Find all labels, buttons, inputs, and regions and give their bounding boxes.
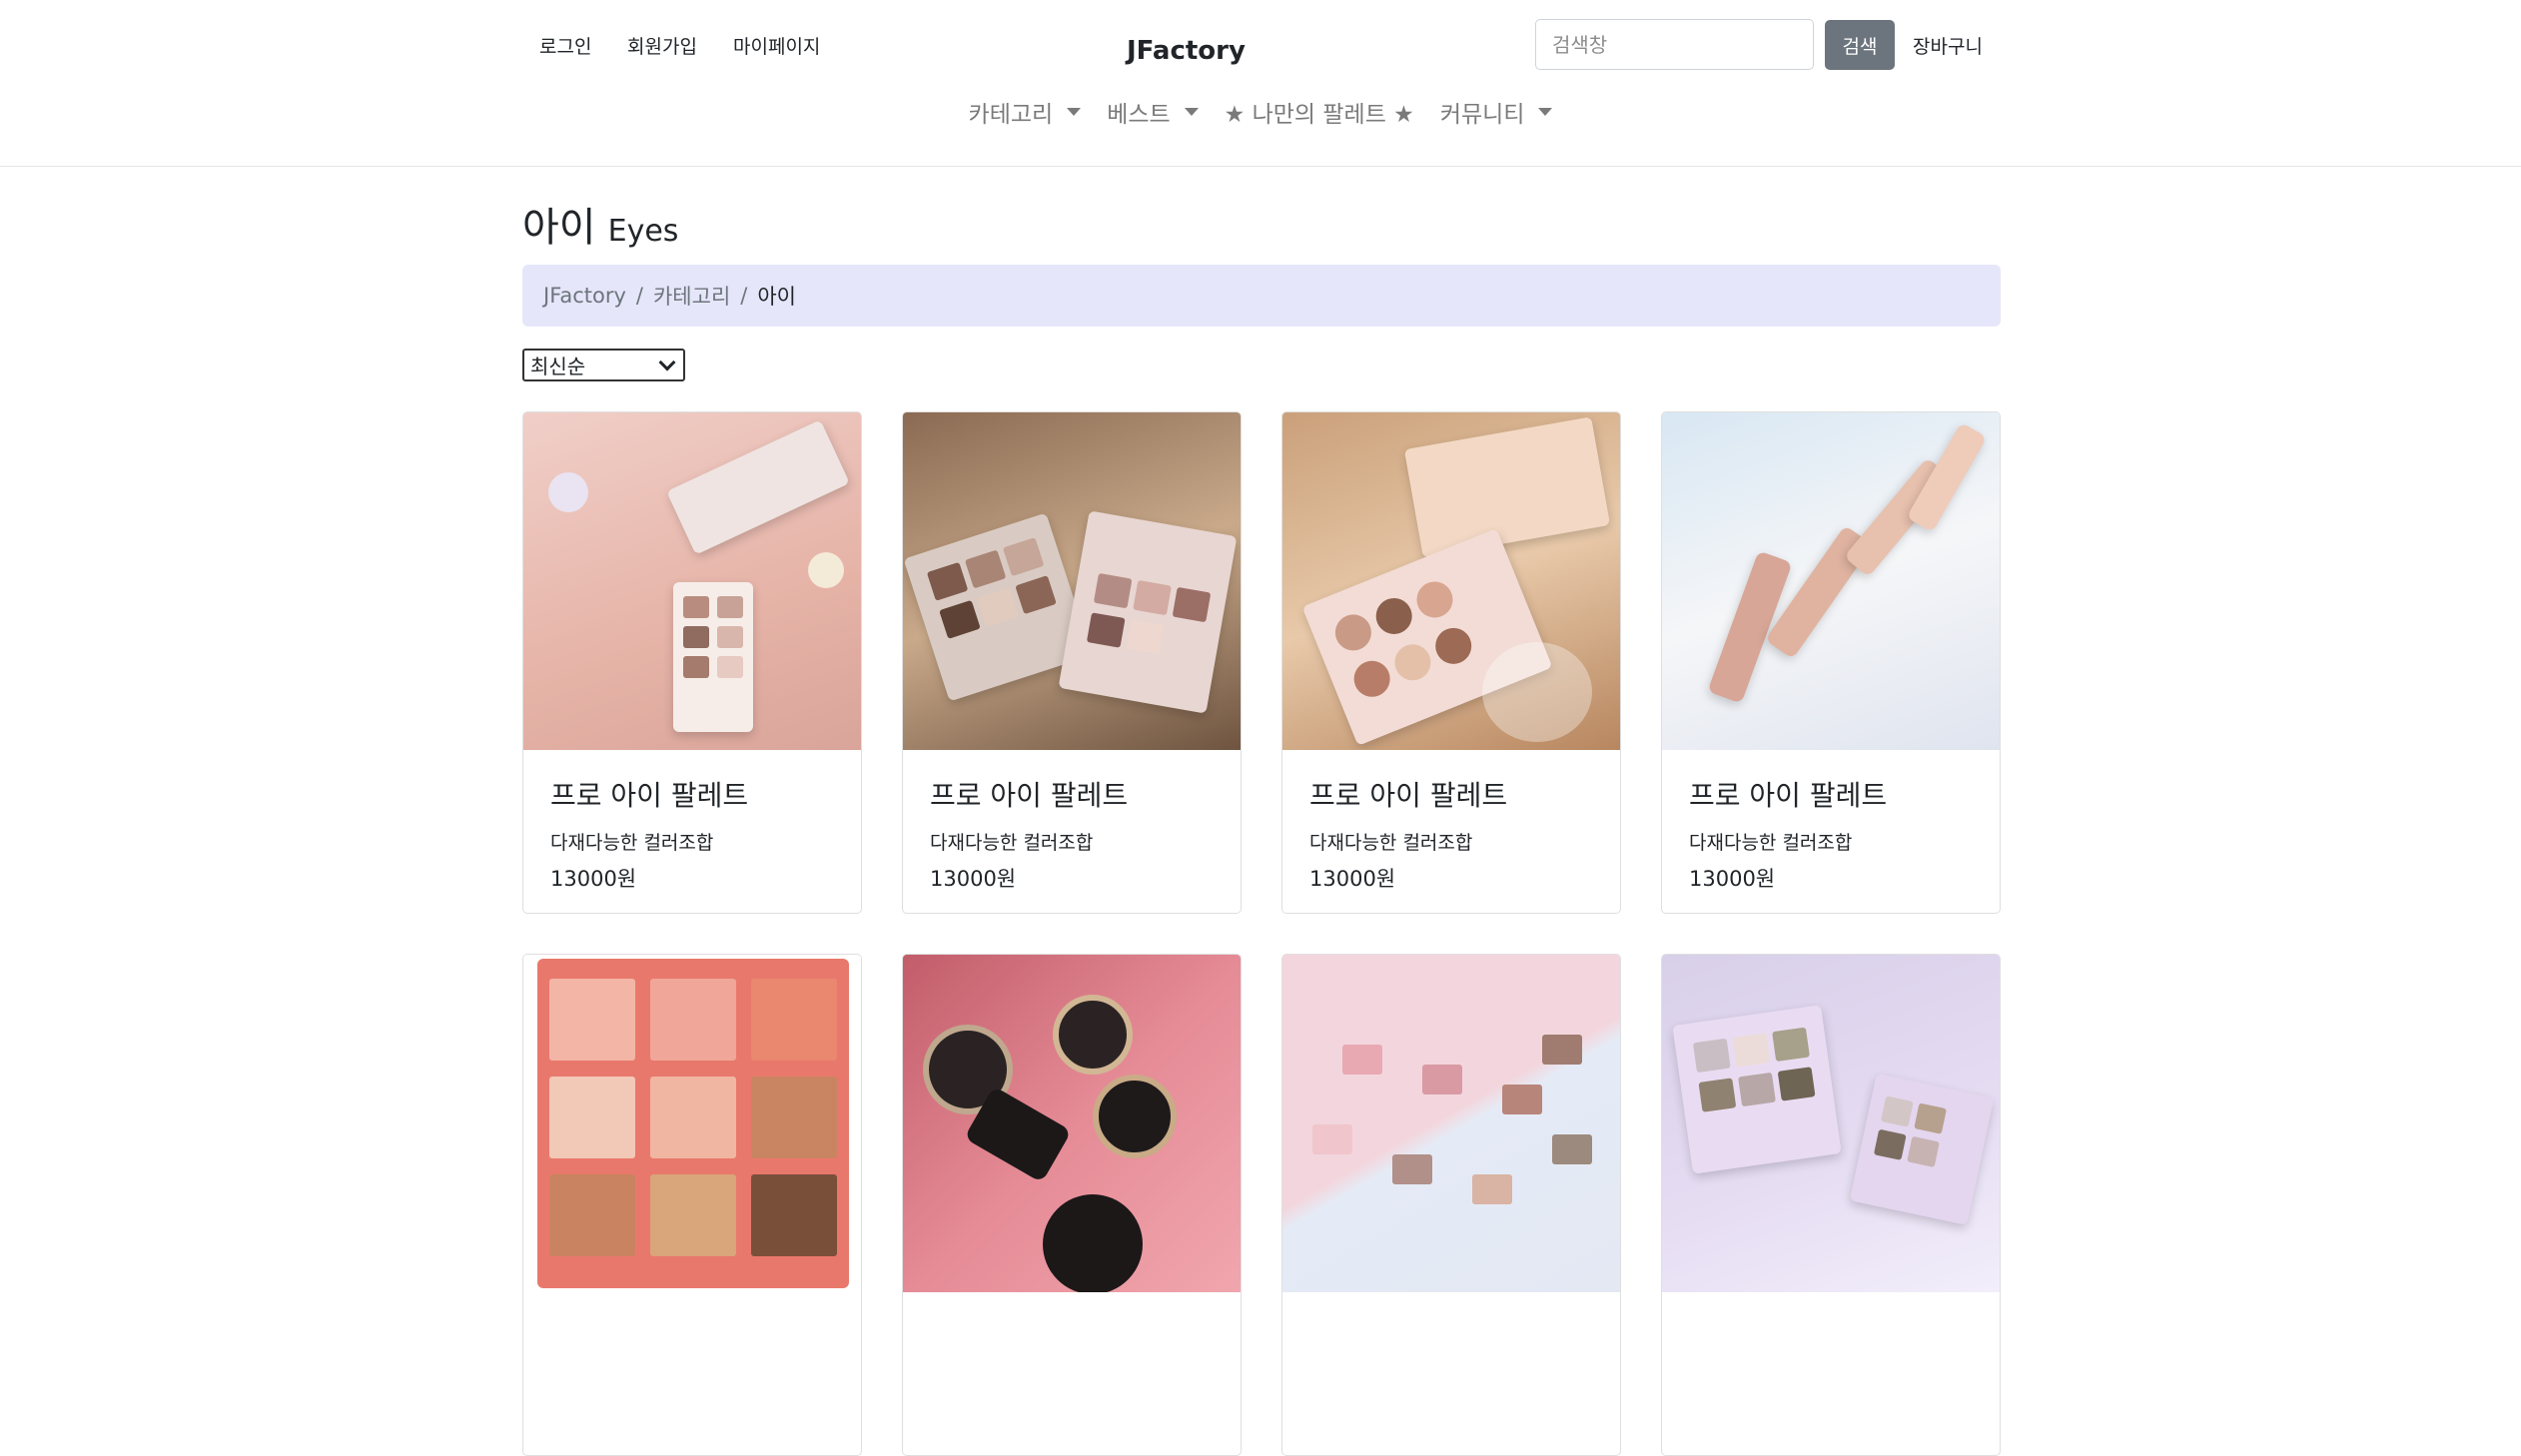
search-button[interactable]: 검색 bbox=[1825, 20, 1895, 70]
product-image[interactable] bbox=[1282, 955, 1620, 1292]
compact-graphic bbox=[1053, 995, 1133, 1075]
menu-my-palette[interactable]: ★ 나만의 팔레트 ★ bbox=[1225, 92, 1414, 132]
product-card[interactable]: 프로 아이 팔레트 다재다능한 컬러조합 13000원 bbox=[1281, 411, 1621, 914]
caret-down-icon bbox=[1067, 108, 1082, 116]
flower-graphic bbox=[808, 552, 844, 588]
main-content: 아이 Eyes JFactory / 카테고리 / 아이 최신순 프로 아이 팔… bbox=[522, 195, 2001, 1456]
palette-graphic bbox=[537, 959, 849, 1288]
cart-link[interactable]: 장바구니 bbox=[1913, 32, 1983, 59]
pan-graphic bbox=[1552, 1134, 1592, 1164]
palette-graphic bbox=[1403, 416, 1611, 558]
sort-select[interactable]: 최신순 bbox=[522, 349, 685, 381]
signup-link[interactable]: 회원가입 bbox=[627, 32, 697, 59]
pan-graphic bbox=[1542, 1035, 1582, 1065]
product-description: 다재다능한 컬러조합 bbox=[1309, 832, 1473, 854]
sort-selected-value: 최신순 bbox=[530, 355, 586, 378]
product-card[interactable] bbox=[1281, 954, 1621, 1456]
breadcrumb: JFactory / 카테고리 / 아이 bbox=[522, 265, 2001, 327]
category-menu: 카테고리 베스트 ★ 나만의 팔레트 ★ 커뮤니티 bbox=[0, 92, 2521, 132]
product-price: 13000원 bbox=[1689, 867, 1776, 891]
search-input[interactable] bbox=[1535, 19, 1814, 70]
menu-my-palette-label: ★ 나만의 팔레트 ★ bbox=[1224, 102, 1414, 128]
glass-graphic bbox=[1482, 642, 1592, 742]
product-card[interactable] bbox=[522, 954, 862, 1456]
breadcrumb-separator: / bbox=[740, 284, 748, 308]
product-price: 13000원 bbox=[550, 867, 637, 891]
product-card[interactable]: 프로 아이 팔레트 다재다능한 컬러조합 13000원 bbox=[522, 411, 862, 914]
menu-best-label: 베스트 bbox=[1107, 102, 1171, 128]
palette-graphic bbox=[1672, 1005, 1842, 1174]
menu-best[interactable]: 베스트 bbox=[1107, 92, 1199, 132]
product-price: 13000원 bbox=[1309, 867, 1396, 891]
menu-community[interactable]: 커뮤니티 bbox=[1440, 92, 1553, 132]
brand-logo[interactable]: JFactory bbox=[1127, 36, 1246, 66]
pan-graphic bbox=[1502, 1085, 1542, 1114]
product-name[interactable]: 프로 아이 팔레트 bbox=[1689, 774, 1973, 814]
breadcrumb-separator: / bbox=[635, 284, 643, 308]
menu-category-label: 카테고리 bbox=[968, 102, 1054, 128]
product-card[interactable] bbox=[1661, 954, 2001, 1456]
product-image[interactable] bbox=[1662, 412, 2000, 750]
product-description: 다재다능한 컬러조합 bbox=[930, 832, 1094, 854]
product-image[interactable] bbox=[903, 412, 1241, 750]
product-description: 다재다능한 컬러조합 bbox=[550, 832, 714, 854]
caret-down-icon bbox=[1184, 108, 1199, 116]
chevron-down-icon bbox=[658, 354, 676, 371]
product-description: 다재다능한 컬러조합 bbox=[1689, 832, 1853, 854]
product-card[interactable] bbox=[902, 954, 1242, 1456]
product-name[interactable]: 프로 아이 팔레트 bbox=[1309, 774, 1593, 814]
page-title: 아이 Eyes bbox=[522, 195, 2001, 255]
palette-graphic bbox=[1849, 1073, 1995, 1226]
pan-graphic bbox=[1472, 1174, 1512, 1204]
product-card[interactable]: 프로 아이 팔레트 다재다능한 컬러조합 13000원 bbox=[1661, 411, 2001, 914]
product-image[interactable] bbox=[903, 955, 1241, 1292]
pan-graphic bbox=[1392, 1154, 1432, 1184]
pan-graphic bbox=[1342, 1045, 1382, 1075]
product-image[interactable] bbox=[1662, 955, 2000, 1292]
breadcrumb-current: 아이 bbox=[757, 285, 796, 309]
page-title-sub: Eyes bbox=[607, 214, 679, 249]
product-name[interactable]: 프로 아이 팔레트 bbox=[550, 774, 834, 814]
palette-graphic bbox=[1058, 510, 1238, 714]
palette-graphic bbox=[673, 582, 753, 732]
breadcrumb-category[interactable]: 카테고리 bbox=[653, 281, 730, 311]
site-header: 로그인 회원가입 마이페이지 JFactory 검색 장바구니 카테고리 베스트… bbox=[0, 0, 2521, 167]
login-link[interactable]: 로그인 bbox=[539, 32, 591, 59]
product-image[interactable] bbox=[1282, 412, 1620, 750]
product-grid: 프로 아이 팔레트 다재다능한 컬러조합 13000원 프로 아이 팔레트 다재… bbox=[522, 411, 2001, 1456]
pan-graphic bbox=[1422, 1065, 1462, 1094]
compact-graphic bbox=[1043, 1194, 1143, 1292]
product-image[interactable] bbox=[523, 412, 861, 750]
product-image[interactable] bbox=[523, 955, 861, 1292]
product-name[interactable]: 프로 아이 팔레트 bbox=[930, 774, 1214, 814]
mypage-link[interactable]: 마이페이지 bbox=[733, 32, 820, 59]
caret-down-icon bbox=[1538, 108, 1553, 116]
product-price: 13000원 bbox=[930, 867, 1017, 891]
breadcrumb-home[interactable]: JFactory bbox=[543, 284, 626, 308]
pan-graphic bbox=[1312, 1124, 1352, 1154]
menu-community-label: 커뮤니티 bbox=[1439, 102, 1525, 128]
page-title-main: 아이 bbox=[522, 205, 596, 251]
menu-category[interactable]: 카테고리 bbox=[969, 92, 1082, 132]
palette-graphic bbox=[666, 419, 850, 555]
flower-graphic bbox=[548, 472, 588, 512]
compact-graphic bbox=[1093, 1075, 1177, 1158]
product-card[interactable]: 프로 아이 팔레트 다재다능한 컬러조합 13000원 bbox=[902, 411, 1242, 914]
